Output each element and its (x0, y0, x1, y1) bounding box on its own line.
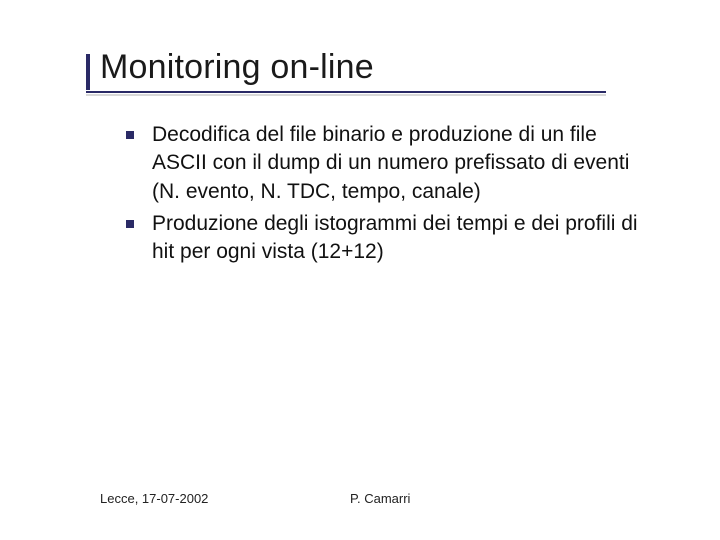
bullet-text: Decodifica del file binario e produzione… (152, 121, 650, 206)
footer-author: P. Camarri (350, 491, 550, 506)
list-item: Produzione degli istogrammi dei tempi e … (126, 210, 650, 267)
slide-title: Monitoring on-line (100, 48, 660, 87)
footer-location-date: Lecce, 17-07-2002 (100, 491, 350, 506)
footer: Lecce, 17-07-2002 P. Camarri (100, 491, 660, 506)
title-accent-bar (86, 54, 90, 90)
bullet-text: Produzione degli istogrammi dei tempi e … (152, 210, 650, 267)
content-area: Decodifica del file binario e produzione… (126, 121, 650, 267)
square-bullet-icon (126, 131, 134, 139)
list-item: Decodifica del file binario e produzione… (126, 121, 650, 206)
square-bullet-icon (126, 220, 134, 228)
slide: Monitoring on-line Decodifica del file b… (0, 0, 720, 540)
title-underline (86, 91, 606, 93)
title-block: Monitoring on-line (100, 48, 660, 93)
